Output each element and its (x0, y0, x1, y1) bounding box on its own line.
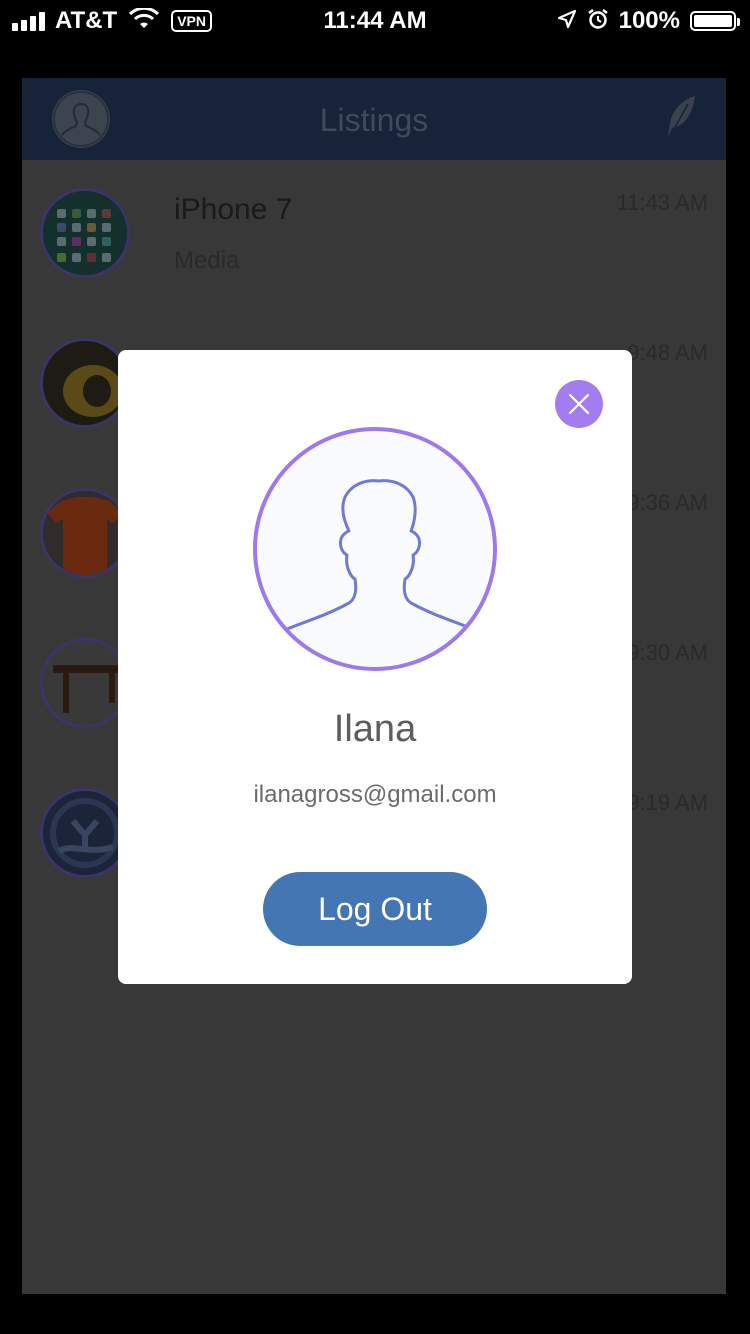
battery-percent: 100% (618, 7, 680, 34)
logout-button[interactable]: Log Out (263, 872, 487, 946)
profile-email: ilanagross@gmail.com (253, 781, 497, 808)
page-title: Listings (319, 102, 429, 138)
listing-time: 11:43 AM (616, 190, 708, 215)
feather-icon[interactable] (664, 94, 698, 147)
close-button[interactable] (555, 380, 603, 428)
profile-modal: Ilana ilanagross@gmail.com Log Out (118, 350, 632, 984)
listing-thumbnail (40, 788, 130, 878)
listing-item[interactable]: iPhone 7 Media 11:43 AM (22, 160, 726, 310)
listing-thumbnail (40, 638, 130, 728)
person-silhouette-icon (285, 479, 475, 631)
listing-thumbnail (40, 338, 130, 428)
listing-time: 9:48 AM (627, 340, 708, 365)
listing-time: 9:36 AM (627, 490, 708, 515)
listing-category: Media (174, 247, 240, 274)
location-icon (557, 9, 577, 34)
status-bar: AT&T VPN 11:44 AM 100% (0, 0, 750, 42)
close-icon (568, 393, 590, 415)
listing-time: 9:19 AM (627, 790, 708, 815)
listing-title: iPhone 7 (174, 193, 293, 226)
listing-thumbnail (40, 188, 130, 278)
profile-name: Ilana (333, 708, 417, 750)
profile-avatar (253, 427, 497, 671)
alarm-icon (587, 8, 609, 35)
listing-time: 9:30 AM (627, 640, 708, 665)
battery-icon (690, 11, 740, 31)
listing-thumbnail (40, 488, 130, 578)
navbar: Listings (22, 78, 726, 160)
